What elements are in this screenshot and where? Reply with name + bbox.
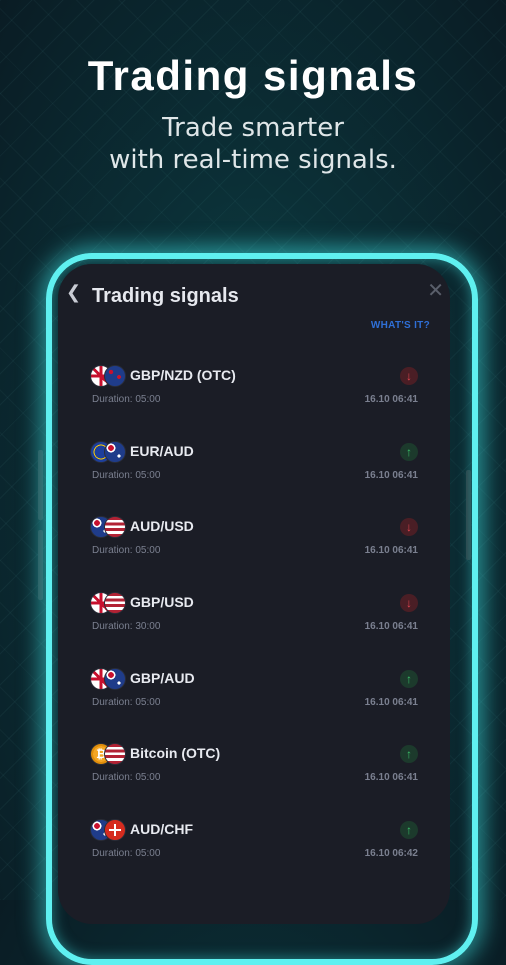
signal-pair: EUR/AUD [130,442,194,459]
chevron-left-icon[interactable]: ❮ [66,283,81,301]
hero-subtitle: Trade smarter with real-time signals. [0,112,506,176]
currency-flags [90,365,128,387]
signal-duration: Duration: 05:00 [92,848,161,860]
phone-side-button [38,450,43,520]
signal-duration: Duration: 30:00 [92,621,161,633]
signal-duration: Duration: 05:00 [92,545,161,557]
close-icon[interactable]: ✕ [427,278,444,303]
signal-time: 16.10 06:41 [364,621,418,633]
hero-subtitle-line-2: with real-time signals. [109,145,397,175]
signal-row[interactable]: GBP/USD ↓ Duration: 30:00 16.10 06:41 [58,585,450,661]
signal-time: 16.10 06:41 [364,469,418,481]
australia-flag-icon [104,440,126,463]
arrow-down-icon: ↓ [400,594,418,613]
us-flag-icon [104,743,126,766]
currency-flags [90,592,128,615]
app-header: ❮ Trading signals ✕ [58,264,450,324]
phone-screen: ❮ Trading signals ✕ WHAT'S IT? GBP/NZD (… [58,264,450,924]
screen-title: Trading signals [92,285,239,307]
signal-time: 16.10 06:41 [364,696,418,708]
nz-flag-icon [104,365,126,387]
signal-time: 16.10 06:42 [364,848,418,860]
arrow-up-icon: ↑ [400,821,418,840]
currency-flags [90,516,128,539]
signal-time: 16.10 06:41 [364,394,418,405]
currency-flags [90,440,128,463]
signal-row[interactable]: ₿ Bitcoin (OTC) ↑ Duration: 05:00 16.10 06:4… [58,736,450,812]
swiss-flag-icon [104,819,126,842]
arrow-up-icon: ↑ [400,669,418,688]
signal-list: GBP/NZD (OTC) ↓ Duration: 05:00 16.10 06:41… [58,358,450,888]
hero-subtitle-line-1: Trade smarter [162,113,344,143]
signal-duration: Duration: 05:00 [92,394,161,405]
currency-flags [90,667,128,690]
signal-duration: Duration: 05:00 [92,696,161,708]
signal-row[interactable]: EUR/AUD ↑ Duration: 05:00 16.10 06:41 [58,434,450,510]
signal-pair: GBP/AUD [130,669,195,686]
us-flag-icon [104,592,126,615]
us-flag-icon [104,516,126,539]
australia-flag-icon [104,667,126,690]
arrow-up-icon: ↑ [400,745,418,764]
arrow-up-icon: ↑ [400,442,418,461]
signal-pair: AUD/CHF [130,821,193,838]
signal-row[interactable]: GBP/NZD (OTC) ↓ Duration: 05:00 16.10 06:41 [58,358,450,434]
arrow-down-icon: ↓ [400,367,418,385]
signal-row[interactable]: AUD/USD ↓ Duration: 05:00 16.10 06:41 [58,509,450,585]
signal-time: 16.10 06:41 [364,545,418,557]
signal-pair: AUD/USD [130,518,194,535]
currency-flags: ₿ [90,743,128,766]
arrow-down-icon: ↓ [400,518,418,537]
whats-it-link[interactable]: WHAT'S IT? [371,320,430,331]
signal-time: 16.10 06:41 [364,772,418,784]
phone-side-button [38,530,43,600]
signal-row[interactable]: GBP/AUD ↑ Duration: 05:00 16.10 06:41 [58,661,450,737]
signal-duration: Duration: 05:00 [92,772,161,784]
signal-pair: Bitcoin (OTC) [130,745,221,762]
signal-duration: Duration: 05:00 [92,469,161,481]
hero-title: Trading signals [87,52,419,99]
signal-row[interactable]: AUD/CHF ↑ Duration: 05:00 16.10 06:42 [58,812,450,888]
signal-pair: GBP/USD [130,594,194,611]
currency-flags [90,819,128,842]
signal-pair: GBP/NZD (OTC) [130,367,236,383]
